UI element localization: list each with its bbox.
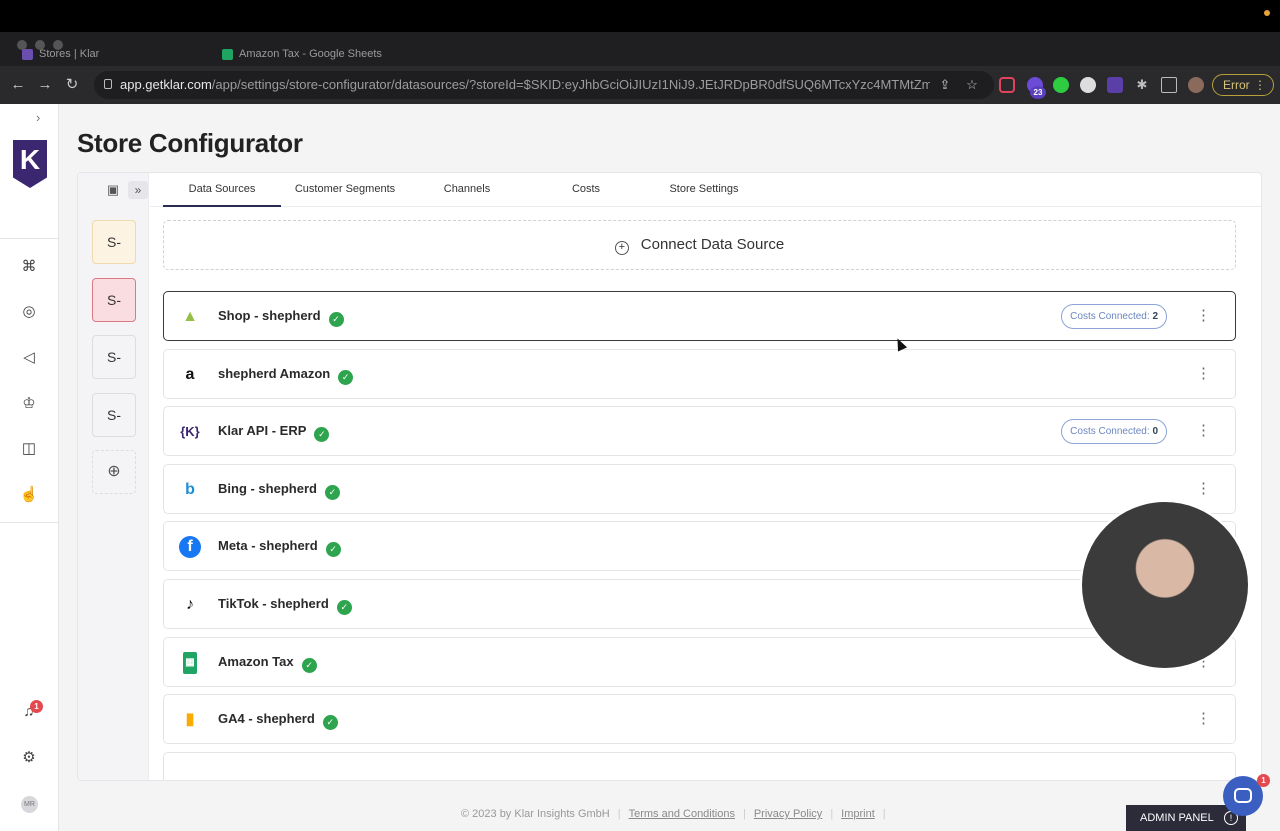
grammarly-extension-icon[interactable] bbox=[1080, 77, 1096, 93]
extension-badge: 23 bbox=[1030, 86, 1046, 99]
connected-check-icon: ✓ bbox=[338, 370, 354, 385]
imprint-link[interactable]: Imprint bbox=[841, 808, 875, 820]
configurator-panel: ▣ » S- S- S- S- ⊕ Data Sources Customer … bbox=[77, 172, 1262, 781]
app-root: › K ⌘ ◎ ◁ ♔ ◫ ☝ ♫ 1 ⚙ MR Store Configura… bbox=[0, 104, 1280, 831]
store-item-selected[interactable]: S- bbox=[92, 278, 136, 322]
tab-data-sources[interactable]: Data Sources bbox=[163, 173, 281, 207]
connected-check-icon: ✓ bbox=[301, 658, 317, 673]
klar-favicon-icon bbox=[22, 48, 33, 60]
sidepanel-icon[interactable] bbox=[1161, 77, 1177, 93]
connected-check-icon: ✓ bbox=[336, 600, 352, 615]
add-store-button[interactable]: ⊕ bbox=[92, 450, 136, 494]
data-source-row[interactable]: ▦ Amazon Tax ✓ ⋮ bbox=[163, 637, 1236, 687]
connected-check-icon: ✓ bbox=[314, 427, 330, 442]
megaphone-icon[interactable]: ◁ bbox=[19, 348, 39, 368]
recording-indicator-icon bbox=[1264, 10, 1270, 16]
back-icon[interactable]: ← bbox=[8, 75, 28, 95]
settings-gear-icon[interactable]: ⚙ bbox=[19, 748, 39, 768]
plus-circle-icon: + bbox=[614, 241, 629, 255]
sheets-favicon-icon bbox=[222, 48, 233, 60]
data-source-row[interactable]: ▮ GA4 - shepherd ✓ ⋮ bbox=[163, 694, 1236, 744]
connected-check-icon: ✓ bbox=[328, 312, 344, 327]
data-source-row[interactable]: b Bing - shepherd ✓ ⋮ bbox=[163, 464, 1236, 514]
klar-logo[interactable]: K bbox=[13, 140, 47, 188]
tab-store-settings[interactable]: Store Settings bbox=[645, 173, 763, 207]
row-menu-icon[interactable]: ⋮ bbox=[1196, 407, 1211, 455]
address-bar[interactable]: app.getklar.com/app/settings/store-confi… bbox=[94, 71, 994, 99]
notification-badge: 1 bbox=[30, 700, 43, 713]
data-source-row-partial[interactable] bbox=[163, 752, 1236, 780]
user-avatar[interactable]: MR bbox=[21, 796, 38, 813]
row-menu-icon[interactable]: ⋮ bbox=[1196, 695, 1211, 743]
browser-toolbar: ← → ↻ app.getklar.com/app/settings/store… bbox=[0, 66, 1280, 104]
lock-icon bbox=[104, 79, 112, 89]
privacy-link[interactable]: Privacy Policy bbox=[754, 808, 822, 820]
browser-menu-icon[interactable]: ⋮ bbox=[1254, 75, 1266, 95]
row-menu-icon[interactable]: ⋮ bbox=[1196, 292, 1211, 340]
rail-expand-icon[interactable]: › bbox=[36, 110, 40, 125]
data-source-row[interactable]: a shepherd Amazon ✓ ⋮ bbox=[163, 349, 1236, 399]
connect-data-source-button[interactable]: + Connect Data Source bbox=[163, 220, 1236, 270]
chat-bubble-icon bbox=[1234, 788, 1252, 803]
url-text: app.getklar.com/app/settings/store-confi… bbox=[120, 77, 930, 92]
footer: © 2023 by Klar Insights GmbH | Terms and C… bbox=[461, 808, 886, 820]
store-item[interactable]: S- bbox=[92, 393, 136, 437]
os-top-bar bbox=[0, 0, 1280, 32]
terms-link[interactable]: Terms and Conditions bbox=[629, 808, 735, 820]
amazon-icon: a bbox=[185, 366, 195, 383]
tab-channels[interactable]: Channels bbox=[408, 173, 526, 207]
browser-tab-sheets[interactable]: Amazon Tax - Google Sheets bbox=[222, 42, 382, 66]
connected-check-icon: ✓ bbox=[324, 485, 340, 500]
connected-check-icon: ✓ bbox=[322, 715, 338, 730]
rail-divider bbox=[0, 522, 59, 523]
store-item[interactable]: S- bbox=[92, 335, 136, 379]
data-source-row[interactable]: {K} Klar API - ERP ✓ Costs Connected: 0 ⋮ bbox=[163, 406, 1236, 456]
store-list: ▣ » S- S- S- S- ⊕ bbox=[78, 173, 149, 780]
webcam-overlay bbox=[1080, 500, 1250, 670]
binoculars-icon[interactable]: ⌘ bbox=[19, 257, 39, 277]
green-extension-icon[interactable] bbox=[1053, 77, 1069, 93]
pocket-extension-icon[interactable] bbox=[999, 77, 1015, 93]
coins-icon[interactable]: ◎ bbox=[19, 302, 39, 322]
data-source-row[interactable]: f Meta - shepherd✓ ⋮ bbox=[163, 521, 1236, 571]
browser-tab-stores[interactable]: Stores | Klar bbox=[22, 42, 99, 66]
rail-divider bbox=[0, 238, 59, 239]
tab-customer-segments[interactable]: Customer Segments bbox=[286, 173, 404, 207]
google-analytics-icon: ▮ bbox=[185, 711, 195, 728]
page-title: Store Configurator bbox=[77, 128, 303, 158]
costs-connected-badge[interactable]: Costs Connected: 2 bbox=[1061, 304, 1167, 329]
nav-rail: › K ⌘ ◎ ◁ ♔ ◫ ☝ ♫ 1 ⚙ MR bbox=[0, 104, 59, 831]
plus-circle-icon: ⊕ bbox=[107, 463, 121, 480]
share-icon[interactable]: ⇪ bbox=[937, 77, 953, 93]
puzzle-extensions-icon[interactable]: ✱ bbox=[1134, 77, 1150, 93]
crown-icon[interactable]: ♔ bbox=[19, 394, 39, 414]
google-sheets-icon: ▦ bbox=[183, 652, 197, 674]
reload-icon[interactable]: ↻ bbox=[62, 75, 82, 95]
browser-error-button[interactable]: Error ⋮ bbox=[1212, 74, 1274, 96]
tiktok-icon: ♪ bbox=[186, 596, 194, 613]
costs-connected-badge[interactable]: Costs Connected: 0 bbox=[1061, 419, 1167, 444]
store-item[interactable]: S- bbox=[92, 220, 136, 264]
shopify-icon: ▲ bbox=[182, 308, 198, 325]
profile-avatar[interactable] bbox=[1188, 77, 1204, 93]
connected-check-icon: ✓ bbox=[325, 542, 341, 557]
tab-costs[interactable]: Costs bbox=[527, 173, 645, 207]
shopping-bag-icon[interactable]: ◫ bbox=[19, 439, 39, 459]
browser-tab-bar: Stores | Klar Amazon Tax - Google Sheets bbox=[0, 32, 1280, 66]
bookmark-star-icon[interactable]: ☆ bbox=[964, 77, 980, 93]
store-icon: ▣ bbox=[106, 182, 120, 197]
pointer-click-icon[interactable]: ☝ bbox=[19, 485, 39, 505]
expand-stores-icon[interactable]: » bbox=[128, 181, 148, 199]
config-tabs: Data Sources Customer Segments Channels … bbox=[150, 173, 1261, 207]
row-menu-icon[interactable]: ⋮ bbox=[1196, 350, 1211, 398]
data-source-row[interactable]: ▲ Shop - shepherd ✓ Costs Connected: 2 ⋮ bbox=[163, 291, 1236, 341]
forward-icon[interactable]: → bbox=[35, 75, 55, 95]
bing-icon: b bbox=[185, 481, 195, 498]
klar-api-icon: {K} bbox=[180, 424, 200, 439]
facebook-icon: f bbox=[179, 536, 201, 558]
chat-badge: 1 bbox=[1257, 774, 1270, 787]
klar-extension-icon[interactable] bbox=[1107, 77, 1123, 93]
data-source-row[interactable]: ♪ TikTok - shepherd✓ ⋮ bbox=[163, 579, 1236, 629]
